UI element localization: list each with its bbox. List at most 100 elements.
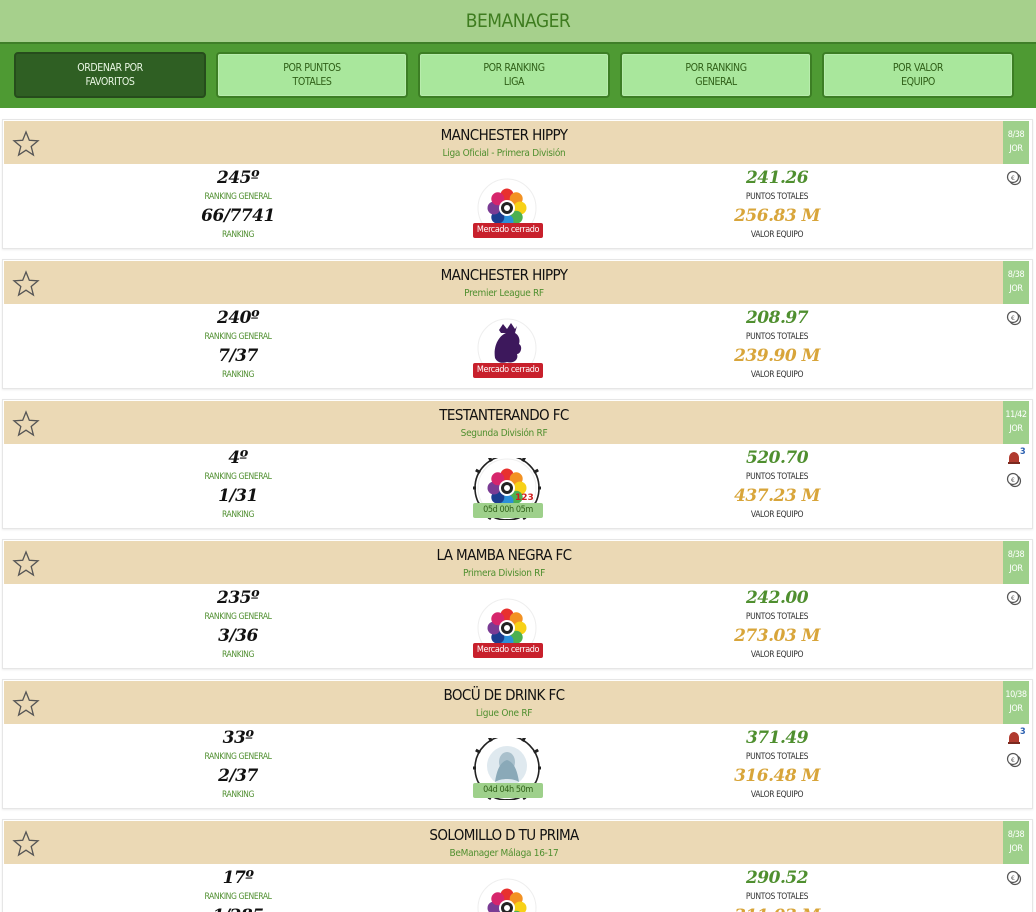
sort-filter-bar: ORDENAR POR FAVORITOS POR PUNTOS TOTALES… [0,42,1036,108]
team-name[interactable]: SOLOMILLO D TU PRIMA [4,826,1004,844]
svg-text:€: € [1011,875,1015,882]
league-ranking-value: 2/37 [218,766,258,786]
total-points-label: PUNTOS TOTALES [745,612,809,622]
league-ranking-value: 1/285 [193,906,283,912]
coins-icon[interactable]: € [1006,170,1022,186]
coins-icon[interactable]: € [1006,310,1022,326]
general-ranking-label: RANKING GENERAL [204,752,272,762]
total-points-label: PUNTOS TOTALES [745,892,809,902]
team-card[interactable]: BOCÜ DE DRINK FC Ligue One RF 10/38 JOR … [2,679,1033,809]
general-ranking-label: RANKING GENERAL [204,892,272,902]
coins-icon[interactable]: € [1006,870,1022,886]
notification-count: 3 [1020,727,1026,737]
team-card-header: BOCÜ DE DRINK FC Ligue One RF [4,681,1004,724]
side-actions: 3 € [1002,727,1026,774]
total-points-value: 520.70 [745,448,809,468]
team-card-header: MANCHESTER HIPPY Liga Oficial - Primera … [4,121,1004,164]
team-value-label: VALOR EQUIPO [750,790,804,800]
jornada-badge: 8/38 JOR [1003,121,1029,164]
svg-text:€: € [1011,315,1015,322]
side-actions: € [1002,310,1024,332]
jornada-value: 8/38 [1007,270,1025,280]
team-card-header: TESTANTERANDO FC Segunda División RF [4,401,1004,444]
svg-text:€: € [1011,477,1015,484]
team-name[interactable]: MANCHESTER HIPPY [4,126,1004,144]
team-card-header: LA MAMBA NEGRA FC Primera Division RF [4,541,1004,584]
team-card[interactable]: LA MAMBA NEGRA FC Primera Division RF 8/… [2,539,1033,669]
coins-icon[interactable]: € [1006,472,1022,488]
coins-icon[interactable]: € [1006,590,1022,606]
general-ranking-value: 240º [217,308,260,328]
team-value-label: VALOR EQUIPO [750,510,804,520]
sort-league-ranking-button[interactable]: POR RANKING LIGA [418,52,610,98]
team-value-label: VALOR EQUIPO [750,650,804,660]
team-name[interactable]: LA MAMBA NEGRA FC [4,546,1004,564]
general-ranking-value: 4º [228,448,248,468]
laliga-icon [473,878,541,912]
market-status: 05d 00h 05m [473,503,543,518]
general-ranking-label: RANKING GENERAL [204,332,272,342]
league-name: Premier League RF [464,288,544,299]
league-ranking-value: 66/7741 [201,206,275,226]
side-actions: € [1002,170,1024,192]
market-status: Mercado cerrado [473,223,543,238]
market-status: 04d 04h 50m [473,783,543,798]
notification-icon[interactable]: 3 [1006,727,1026,746]
sort-general-ranking-button[interactable]: POR RANKING GENERAL [620,52,812,98]
team-value-value: 437.23 M [734,486,820,506]
total-points-label: PUNTOS TOTALES [745,752,809,762]
total-points-label: PUNTOS TOTALES [745,192,809,202]
team-name[interactable]: TESTANTERANDO FC [4,406,1004,424]
general-ranking-value: 245º [217,168,260,188]
team-card-header: SOLOMILLO D TU PRIMA BeManager Málaga 16… [4,821,1004,864]
team-card[interactable]: SOLOMILLO D TU PRIMA BeManager Málaga 16… [2,819,1033,912]
side-actions: € [1002,870,1024,892]
general-ranking-label: RANKING GENERAL [204,612,272,622]
league-logo [473,878,541,912]
svg-text:€: € [1011,757,1015,764]
league-ranking-value: 3/36 [218,626,258,646]
total-points-label: PUNTOS TOTALES [745,472,809,482]
league-ranking-label: RANKING [221,650,255,660]
market-status: Mercado cerrado [473,363,543,378]
team-value-value: 256.83 M [734,206,820,226]
jornada-label: JOR [1009,844,1023,854]
league-ranking-label: RANKING [221,790,255,800]
coins-icon[interactable]: € [1006,752,1022,768]
jornada-label: JOR [1009,564,1023,574]
jornada-label: JOR [1009,424,1023,434]
team-value-label: VALOR EQUIPO [750,370,804,380]
jornada-label: JOR [1009,144,1023,154]
jornada-badge: 8/38 JOR [1003,821,1029,864]
total-points-value: 242.00 [745,588,809,608]
team-card[interactable]: MANCHESTER HIPPY Liga Oficial - Primera … [2,119,1033,249]
side-actions: € [1002,590,1024,612]
team-name[interactable]: MANCHESTER HIPPY [4,266,1004,284]
notification-icon[interactable]: 3 [1006,447,1026,466]
sort-favorites-button[interactable]: ORDENAR POR FAVORITOS [14,52,206,98]
sort-points-button[interactable]: POR PUNTOS TOTALES [216,52,408,98]
league-ranking-label: RANKING [221,230,255,240]
general-ranking-label: RANKING GENERAL [204,472,272,482]
general-ranking-value: 17º [222,868,254,888]
league-name: Ligue One RF [475,708,533,719]
notification-count: 3 [1020,447,1026,457]
general-ranking-value: 33º [222,728,254,748]
jornada-label: JOR [1009,704,1023,714]
jornada-value: 8/38 [1007,130,1025,140]
team-card[interactable]: TESTANTERANDO FC Segunda División RF 11/… [2,399,1033,529]
general-ranking-value: 235º [217,588,260,608]
team-card[interactable]: MANCHESTER HIPPY Premier League RF 8/38 … [2,259,1033,389]
general-ranking-label: RANKING GENERAL [204,192,272,202]
svg-text:€: € [1011,175,1015,182]
team-value-value: 239.90 M [734,346,820,366]
jornada-badge: 11/42 JOR [1003,401,1029,444]
team-name[interactable]: BOCÜ DE DRINK FC [4,686,1004,704]
sort-team-value-button[interactable]: POR VALOR EQUIPO [822,52,1014,98]
league-ranking-value: 1/31 [218,486,258,506]
total-points-value: 241.26 [745,168,809,188]
jornada-badge: 10/38 JOR [1003,681,1029,724]
jornada-value: 11/42 [1005,410,1027,420]
total-points-value: 208.97 [745,308,809,328]
market-status: Mercado cerrado [473,643,543,658]
